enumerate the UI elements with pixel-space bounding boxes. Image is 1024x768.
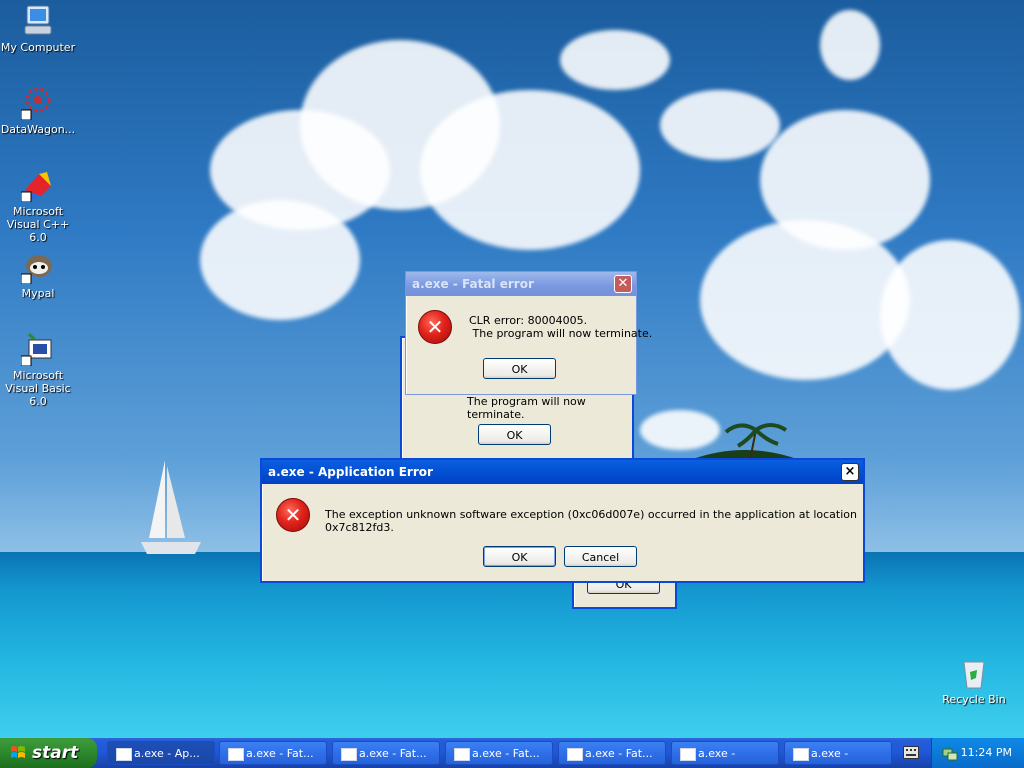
window-icon <box>793 748 809 761</box>
dialog-message-line2: The program will now terminate. <box>469 327 653 340</box>
window-icon <box>567 748 583 761</box>
visual-cpp-icon <box>21 172 51 202</box>
clock[interactable]: 11:24 PM <box>961 738 1012 768</box>
close-button[interactable]: ✕ <box>614 275 632 293</box>
taskbar-button-label: a.exe - Ap... <box>134 747 200 760</box>
window-icon <box>116 748 132 761</box>
datawagon-icon <box>21 87 51 120</box>
taskbar-button-label: a.exe - Fat... <box>472 747 540 760</box>
taskbar-button-label: a.exe - Fat... <box>246 747 314 760</box>
dialog-message-line1: CLR error: 80004005. <box>469 314 588 327</box>
desktop-icon-visual-cpp[interactable]: Microsoft Visual C++ 6.0 <box>0 168 78 244</box>
windows-flag-icon <box>11 746 25 758</box>
system-tray: 11:24 PM <box>931 738 1024 768</box>
error-icon: ✕ <box>418 310 452 344</box>
desktop-icon-label: My Computer <box>0 41 76 54</box>
taskbar-button-fatal-2[interactable]: a.exe - Fat... <box>332 741 440 765</box>
dialog-titlebar[interactable]: a.exe - Fatal error ✕ <box>406 272 636 296</box>
desktop-icon-mypal[interactable]: Mypal <box>0 250 78 300</box>
window-icon <box>454 748 470 761</box>
sailboat <box>141 460 201 554</box>
desktop-icon-label: Microsoft Visual Basic 6.0 <box>5 369 71 408</box>
fatal-error-dialog: a.exe - Fatal error ✕ ✕ CLR error: 80004… <box>405 271 652 395</box>
window-icon <box>680 748 696 761</box>
dialog-message: The exception unknown software exception… <box>325 508 857 534</box>
cancel-button[interactable]: Cancel <box>564 546 637 567</box>
visual-basic-icon <box>21 332 52 366</box>
taskbar-button-label: a.exe - <box>811 747 849 760</box>
keyboard-icon[interactable] <box>903 746 919 759</box>
taskbar-button-fatal-4[interactable]: a.exe - Fat... <box>558 741 666 765</box>
desktop-icon-label: Mypal <box>21 287 55 300</box>
desktop-icon-my-computer[interactable]: My Computer <box>0 4 78 54</box>
desktop-icon-label: DataWagon... <box>0 123 76 136</box>
my-computer-icon <box>24 5 52 35</box>
start-label: start <box>32 743 79 763</box>
taskbar-button-aexe-1[interactable]: a.exe - <box>671 741 779 765</box>
desktop-icon-label: Microsoft Visual C++ 6.0 <box>6 205 70 244</box>
desktop-icon-label: Recycle Bin <box>942 693 1006 706</box>
start-button[interactable]: start <box>0 738 97 768</box>
error-icon: ✕ <box>276 498 310 532</box>
taskbar: start a.exe - Ap... a.exe - Fat... a.exe… <box>0 738 1024 768</box>
recycle-bin-icon <box>963 661 985 689</box>
dialog-title: a.exe - Fatal error <box>412 277 534 291</box>
taskbar-button-aexe-2[interactable]: a.exe - <box>784 741 892 765</box>
taskbar-button-fatal-3[interactable]: a.exe - Fat... <box>445 741 553 765</box>
desktop-icon-recycle-bin[interactable]: Recycle Bin <box>934 656 1014 706</box>
close-button[interactable]: × <box>841 463 859 481</box>
taskbar-button-label: a.exe - Fat... <box>585 747 653 760</box>
ok-button[interactable]: OK <box>483 358 556 379</box>
window-icon <box>341 748 357 761</box>
desktop-icon-visual-basic[interactable]: Microsoft Visual Basic 6.0 <box>0 332 78 408</box>
ok-button[interactable]: OK <box>483 546 556 567</box>
desktop-icon-datawagon[interactable]: DataWagon... <box>0 86 78 136</box>
network-icon[interactable] <box>942 745 958 761</box>
dialog-title: a.exe - Application Error <box>268 465 433 479</box>
palm-island <box>690 423 800 460</box>
taskbar-button-app-error[interactable]: a.exe - Ap... <box>107 741 215 765</box>
taskbar-button-label: a.exe - <box>698 747 736 760</box>
taskbar-button-label: a.exe - Fat... <box>359 747 427 760</box>
mypal-icon <box>21 255 52 284</box>
dialog-titlebar[interactable]: a.exe - Application Error × <box>262 460 863 484</box>
window-icon <box>228 748 244 761</box>
ok-button[interactable]: OK <box>478 424 551 445</box>
dialog-message-line2: The program will now terminate. <box>467 395 586 421</box>
application-error-dialog: a.exe - Application Error × ✕ The except… <box>260 458 865 583</box>
taskbar-button-fatal-1[interactable]: a.exe - Fat... <box>219 741 327 765</box>
